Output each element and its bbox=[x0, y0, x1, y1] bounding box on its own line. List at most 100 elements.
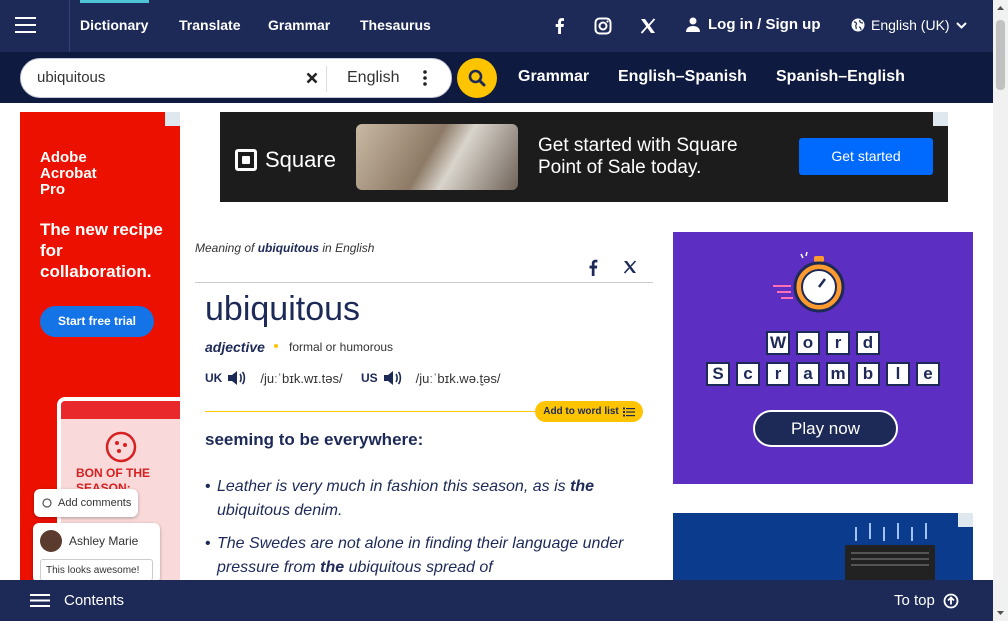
comment-text: This looks awesome! bbox=[40, 559, 153, 581]
to-top-button[interactable]: To top bbox=[894, 592, 959, 609]
adobe-brand: Adobe Acrobat Pro bbox=[40, 149, 97, 198]
meaning-word: ubiquitous bbox=[257, 241, 320, 255]
to-top-label: To top bbox=[894, 592, 935, 609]
card-header-band bbox=[61, 401, 180, 419]
letter-tile: m bbox=[826, 362, 850, 386]
uk-ipa: /juːˈbɪk.wɪ.təs/ bbox=[260, 370, 343, 386]
letter-tile: W bbox=[766, 331, 790, 355]
comment-card: Ashley Marie This looks awesome! bbox=[33, 523, 160, 583]
us-ipa: /juːˈbɪk.wə.t̬əs/ bbox=[415, 370, 501, 386]
nav-dictionary[interactable]: Dictionary bbox=[80, 17, 148, 33]
example-sentence: The Swedes are not alone in finding thei… bbox=[205, 532, 635, 579]
speaker-us-icon[interactable] bbox=[382, 369, 402, 387]
square-ad[interactable]: Square Get started with Square Point of … bbox=[220, 112, 948, 202]
comment-icon bbox=[42, 498, 52, 508]
share-x-icon[interactable] bbox=[623, 260, 637, 274]
top-navigation-bar: Dictionary Translate Grammar Thesaurus L… bbox=[0, 0, 993, 52]
active-tab-indicator bbox=[80, 0, 149, 3]
pronunciation-us: US /juːˈbɪk.wə.t̬əs/ bbox=[361, 369, 501, 387]
login-link[interactable]: Log in / Sign up bbox=[686, 16, 820, 33]
search-icon bbox=[468, 69, 486, 87]
search-box: English bbox=[20, 58, 452, 98]
x-icon[interactable] bbox=[638, 16, 658, 36]
uk-label: UK bbox=[205, 371, 223, 385]
us-label: US bbox=[361, 371, 378, 385]
meaning-line: Meaning of ubiquitous in English bbox=[195, 241, 375, 255]
bottom-bar: Contents To top bbox=[0, 580, 993, 621]
pronunciation-uk: UK /juːˈbɪk.wɪ.təs/ bbox=[205, 369, 343, 387]
dictionary-selector[interactable]: English bbox=[347, 69, 399, 87]
letter-tile: o bbox=[796, 331, 820, 355]
add-comments-label: Add comments bbox=[58, 497, 132, 509]
subnav-spanish-english[interactable]: Spanish–English bbox=[776, 68, 905, 86]
instagram-icon[interactable] bbox=[593, 16, 613, 36]
search-button[interactable] bbox=[457, 58, 497, 98]
stopwatch-icon bbox=[773, 251, 845, 313]
letter-tile: r bbox=[766, 362, 790, 386]
subnav-english-spanish[interactable]: English–Spanish bbox=[618, 68, 747, 86]
arrow-up-circle-icon bbox=[943, 593, 959, 608]
clear-search-icon[interactable] bbox=[304, 70, 320, 86]
definition-rule bbox=[205, 411, 545, 412]
user-icon bbox=[686, 17, 700, 32]
avatar bbox=[40, 530, 62, 552]
nav-translate[interactable]: Translate bbox=[179, 17, 240, 33]
play-now-button[interactable]: Play now bbox=[753, 410, 898, 447]
letter-tile: S bbox=[706, 362, 730, 386]
example-list: Leather is very much in fashion this sea… bbox=[205, 475, 635, 589]
nav-thesaurus[interactable]: Thesaurus bbox=[360, 17, 431, 33]
menu-icon bbox=[30, 594, 50, 607]
nav-grammar[interactable]: Grammar bbox=[268, 17, 330, 33]
separator-dot bbox=[274, 344, 278, 348]
example-sentence: Leather is very much in fashion this sea… bbox=[205, 475, 635, 522]
start-free-trial-button[interactable]: Start free trial bbox=[40, 306, 154, 337]
scroll-up-arrow-icon[interactable] bbox=[996, 4, 1005, 13]
add-comments-chip: Add comments bbox=[34, 489, 138, 517]
chevron-down-icon bbox=[955, 21, 967, 29]
letter-tile: l bbox=[886, 362, 910, 386]
language-selector[interactable]: English (UK) bbox=[851, 17, 967, 33]
scrollbar-thumb[interactable] bbox=[996, 20, 1005, 90]
pizza-icon bbox=[105, 431, 137, 463]
facebook-icon[interactable] bbox=[550, 16, 570, 36]
contents-label: Contents bbox=[64, 592, 125, 609]
letter-tile: e bbox=[916, 362, 940, 386]
letter-tile: d bbox=[856, 331, 880, 355]
square-icon bbox=[235, 149, 257, 171]
tile-row-scramble: S c r a m b l e bbox=[673, 362, 973, 386]
page-scrollbar[interactable] bbox=[993, 0, 1008, 621]
adchoices-icon[interactable] bbox=[165, 112, 180, 126]
letter-tile: a bbox=[796, 362, 820, 386]
contents-button[interactable]: Contents bbox=[30, 592, 124, 609]
part-of-speech: adjective bbox=[205, 339, 265, 355]
word-scramble-ad[interactable]: W o r d S c r a m b l e Play now bbox=[673, 232, 973, 484]
adobe-headline: The new recipe for collaboration. bbox=[40, 220, 163, 281]
letter-tile: r bbox=[826, 331, 850, 355]
search-divider bbox=[326, 66, 327, 92]
speaker-uk-icon[interactable] bbox=[226, 369, 246, 387]
square-brand: Square bbox=[265, 147, 336, 172]
search-bar: English Grammar English–Spanish Spanish–… bbox=[0, 52, 993, 103]
add-to-word-list-button[interactable]: Add to word list bbox=[535, 401, 643, 422]
adchoices-icon[interactable] bbox=[958, 513, 973, 527]
share-facebook-icon[interactable] bbox=[587, 259, 599, 276]
more-options-icon[interactable] bbox=[421, 69, 429, 87]
language-label: English (UK) bbox=[871, 17, 950, 33]
entry-divider bbox=[195, 282, 653, 283]
globe-icon bbox=[851, 18, 865, 32]
login-label: Log in / Sign up bbox=[708, 16, 821, 33]
square-headline: Get started with Square Point of Sale to… bbox=[538, 135, 738, 178]
scroll-down-arrow-icon[interactable] bbox=[996, 608, 1005, 617]
usage-label: formal or humorous bbox=[289, 340, 394, 354]
search-input[interactable] bbox=[37, 69, 297, 86]
list-icon bbox=[622, 407, 635, 416]
square-logo: Square bbox=[235, 147, 336, 173]
get-started-button[interactable]: Get started bbox=[799, 138, 933, 175]
adchoices-icon[interactable] bbox=[933, 112, 948, 126]
letter-tile: b bbox=[856, 362, 880, 386]
subnav-grammar[interactable]: Grammar bbox=[518, 68, 589, 86]
headword: ubiquitous bbox=[205, 290, 361, 328]
letter-tile: c bbox=[736, 362, 760, 386]
menu-icon[interactable] bbox=[0, 0, 70, 52]
definition: seeming to be everywhere: bbox=[205, 430, 424, 449]
